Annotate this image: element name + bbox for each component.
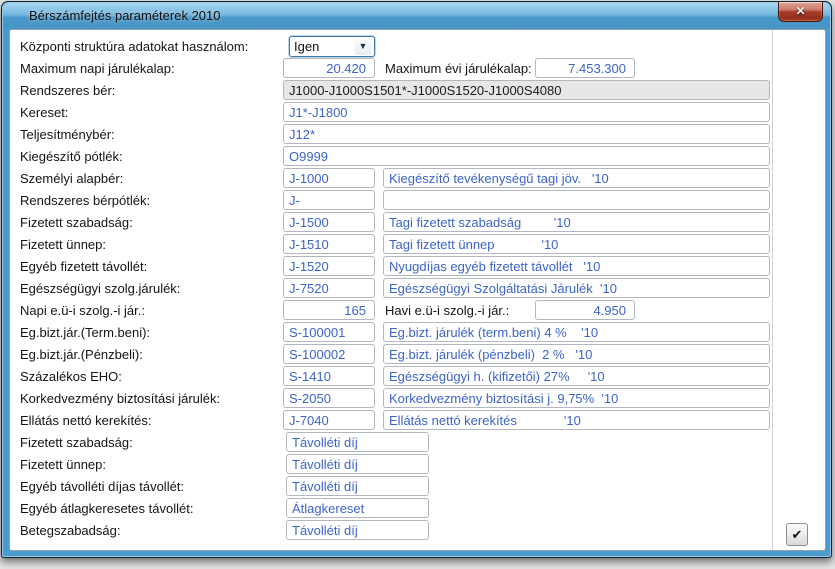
sick-leave-type-input[interactable] (286, 520, 429, 540)
field-label: Százalékos EHO: (20, 369, 122, 384)
field-label: Teljesítménybér: (20, 127, 115, 142)
monthly-health-contribution-input[interactable] (535, 300, 635, 320)
earnings-input[interactable] (283, 102, 770, 122)
health-service-contribution-desc-input[interactable] (383, 278, 770, 298)
paid-leave-desc-input[interactable] (383, 212, 770, 232)
row-paid-holiday-type: Fizetett ünnep: (10, 454, 825, 476)
performance-wage-input[interactable] (283, 124, 770, 144)
field-label: Korkedvezmény biztosítási járulék: (20, 391, 220, 406)
personal-base-wage-code-input[interactable] (283, 168, 375, 188)
row-paid-leave-type: Fizetett szabadság: (10, 432, 825, 454)
dialog-window: Bérszámfejtés paraméterek 2010 ✕ Központ… (1, 1, 832, 558)
regular-wage-input (283, 80, 770, 100)
row-health-service-contribution: Egészségügyi szolg.járulék: (10, 278, 825, 300)
health-insurance-cash-desc-input[interactable] (383, 344, 770, 364)
field-label: Fizetett ünnep: (20, 237, 106, 252)
row-health-insurance-inkind: Eg.bizt.jár.(Term.beni): (10, 322, 825, 344)
panel-divider (772, 30, 773, 550)
row-performance-wage: Teljesítménybér: (10, 124, 825, 146)
row-age-discount-insurance: Korkedvezmény biztosítási járulék: (10, 388, 825, 410)
field-label: Eg.bizt.jár.(Term.beni): (20, 325, 150, 340)
field-label: Egészségügyi szolg.járulék: (20, 281, 180, 296)
row-supplementary-allowance: Kiegészítő pótlék: (10, 146, 825, 168)
field-label: Fizetett ünnep: (20, 457, 106, 472)
row-other-absence-fee-type: Egyéb távolléti díjas távollét: (10, 476, 825, 498)
window-title: Bérszámfejtés paraméterek 2010 (29, 8, 220, 23)
field-label: Rendszeres bér: (20, 83, 115, 98)
close-button[interactable]: ✕ (778, 2, 823, 22)
row-regular-wage-supplement: Rendszeres bérpótlék: (10, 190, 825, 212)
check-icon: ✔ (792, 527, 803, 542)
confirm-button[interactable]: ✔ (786, 523, 808, 546)
field-label: Egyéb fizetett távollét: (20, 259, 147, 274)
row-paid-leave: Fizetett szabadság: (10, 212, 825, 234)
field-label: Kereset: (20, 105, 68, 120)
field-label: Maximum évi járulékalap: (385, 61, 532, 76)
field-label: Fizetett szabadság: (20, 215, 133, 230)
row-percent-eho: Százalékos EHO: (10, 366, 825, 388)
row-other-paid-absence: Egyéb fizetett távollét: (10, 256, 825, 278)
content-panel: Központi struktúra adatokat használom: I… (9, 29, 826, 551)
max-yearly-base-input[interactable] (535, 58, 635, 78)
row-avg-earnings-absence-type: Egyéb átlagkeresetes távollét: (10, 498, 825, 520)
regular-wage-supplement-desc-input[interactable] (383, 190, 770, 210)
other-paid-absence-desc-input[interactable] (383, 256, 770, 276)
field-label: Rendszeres bérpótlék: (20, 193, 150, 208)
row-personal-base-wage: Személyi alapbér: (10, 168, 825, 190)
field-label: Kiegészítő pótlék: (20, 149, 123, 164)
row-health-insurance-cash: Eg.bizt.jár.(Pénzbeli): (10, 344, 825, 366)
row-benefit-net-rounding: Ellátás nettó kerekítés: (10, 410, 825, 432)
benefit-net-rounding-desc-input[interactable] (383, 410, 770, 430)
health-service-contribution-code-input[interactable] (283, 278, 375, 298)
benefit-net-rounding-code-input[interactable] (283, 410, 375, 430)
row-paid-holiday: Fizetett ünnep: (10, 234, 825, 256)
field-label: Központi struktúra adatokat használom: (20, 39, 248, 54)
supplementary-allowance-input[interactable] (283, 146, 770, 166)
central-structure-select[interactable]: Igen ▼ (289, 36, 375, 57)
chevron-down-icon: ▼ (355, 38, 371, 55)
field-label: Személyi alapbér: (20, 171, 123, 186)
field-label: Egyéb átlagkeresetes távollét: (20, 501, 193, 516)
title-bar[interactable]: Bérszámfejtés paraméterek 2010 (3, 3, 830, 29)
field-label: Egyéb távolléti díjas távollét: (20, 479, 184, 494)
health-insurance-cash-code-input[interactable] (283, 344, 375, 364)
health-insurance-inkind-code-input[interactable] (283, 322, 375, 342)
paid-holiday-code-input[interactable] (283, 234, 375, 254)
other-paid-absence-code-input[interactable] (283, 256, 375, 276)
regular-wage-supplement-code-input[interactable] (283, 190, 375, 210)
row-regular-wage: Rendszeres bér: (10, 80, 825, 102)
field-label: Betegszabadság: (20, 523, 120, 538)
field-label: Havi e.ü-i szolg.-i jár.: (385, 303, 509, 318)
row-max-contribution-base: Maximum napi járulékalap: Maximum évi já… (10, 58, 825, 80)
paid-leave-type-input[interactable] (286, 432, 429, 452)
close-icon: ✕ (795, 4, 805, 18)
field-label: Eg.bizt.jár.(Pénzbeli): (20, 347, 143, 362)
row-earnings: Kereset: (10, 102, 825, 124)
percent-eho-desc-input[interactable] (383, 366, 770, 386)
percent-eho-code-input[interactable] (283, 366, 375, 386)
field-label: Ellátás nettó kerekítés: (20, 413, 152, 428)
avg-earnings-absence-type-input[interactable] (286, 498, 429, 518)
select-value: Igen (294, 39, 319, 54)
paid-holiday-desc-input[interactable] (383, 234, 770, 254)
personal-base-wage-desc-input[interactable] (383, 168, 770, 188)
max-daily-base-input[interactable] (283, 58, 375, 78)
row-sick-leave-type: Betegszabadság: (10, 520, 825, 542)
age-discount-insurance-code-input[interactable] (283, 388, 375, 408)
age-discount-insurance-desc-input[interactable] (383, 388, 770, 408)
field-label: Maximum napi járulékalap: (20, 61, 175, 76)
field-label: Fizetett szabadság: (20, 435, 133, 450)
row-health-contribution-amounts: Napi e.ü-i szolg.-i jár.: Havi e.ü-i szo… (10, 300, 825, 322)
daily-health-contribution-input[interactable] (283, 300, 375, 320)
other-absence-fee-type-input[interactable] (286, 476, 429, 496)
row-central-structure: Központi struktúra adatokat használom: I… (10, 36, 825, 58)
health-insurance-inkind-desc-input[interactable] (383, 322, 770, 342)
paid-holiday-type-input[interactable] (286, 454, 429, 474)
field-label: Napi e.ü-i szolg.-i jár.: (20, 303, 145, 318)
paid-leave-code-input[interactable] (283, 212, 375, 232)
